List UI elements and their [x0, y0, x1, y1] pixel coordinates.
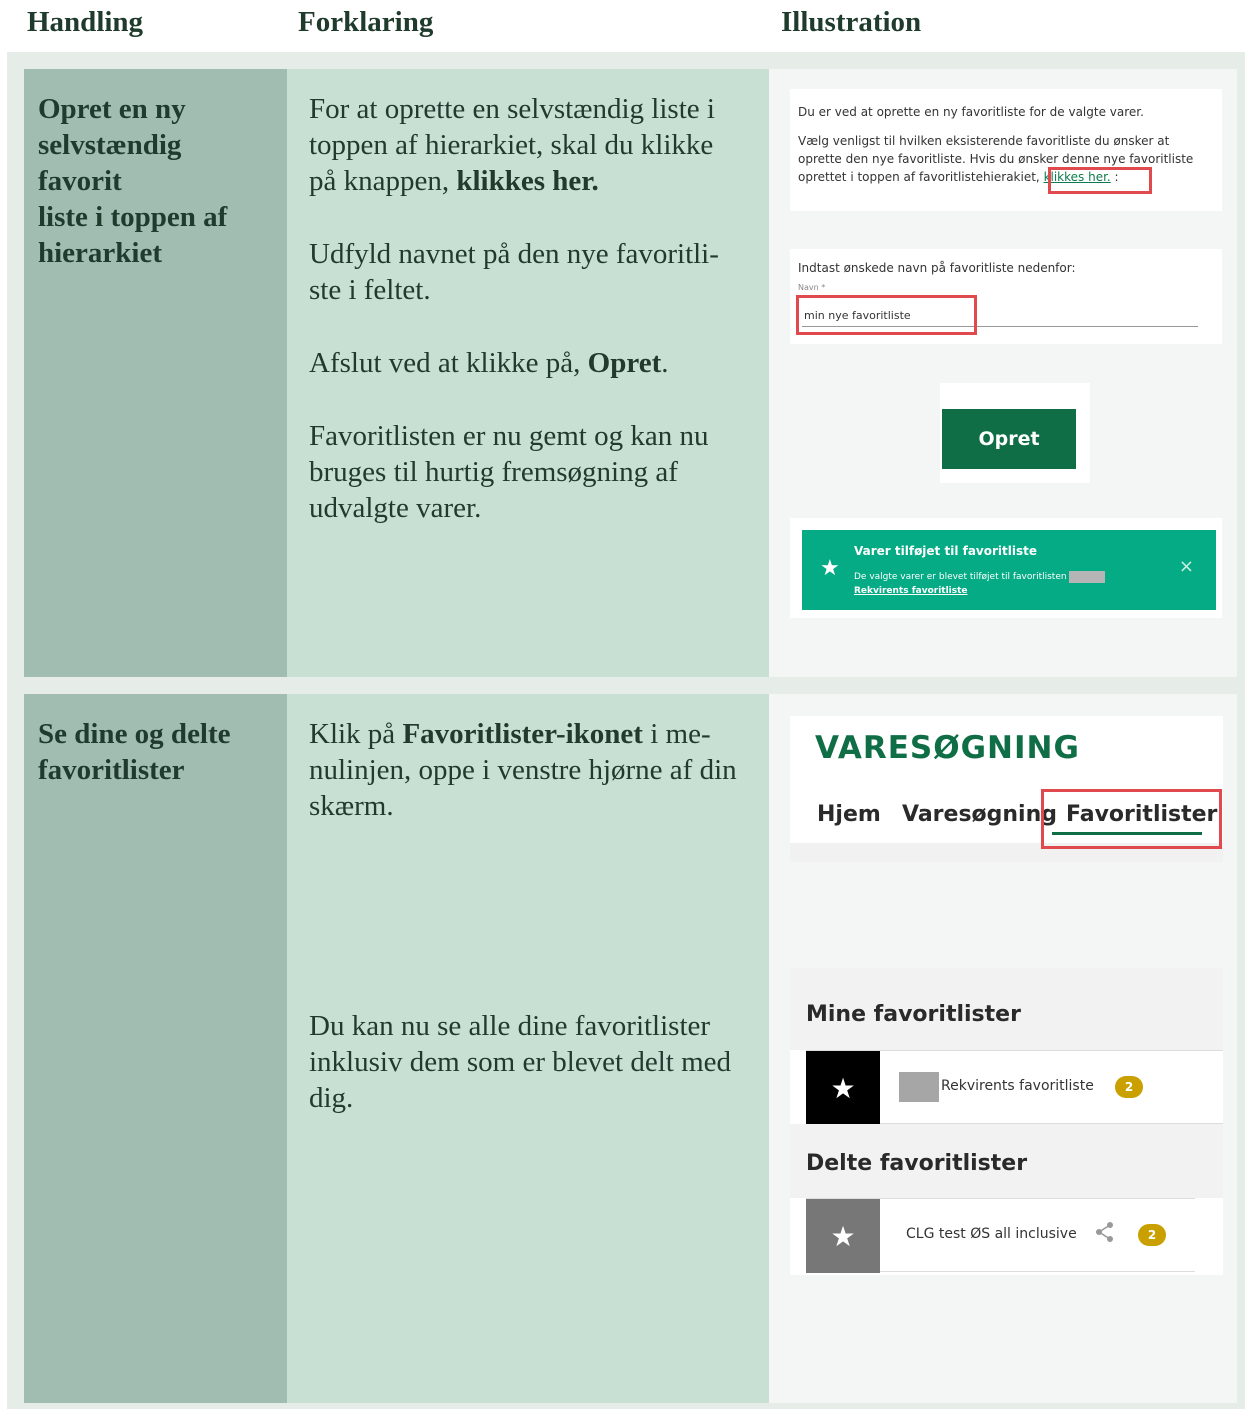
button-panel: Opret	[940, 383, 1090, 483]
illustration-cell: VARESØGNING Hjem Varesøgning Favoritlist…	[769, 694, 1237, 1403]
toast-panel: ★ Varer tilføjet til favoritliste De val…	[790, 518, 1222, 618]
favorite-lists-panel: Mine favoritlister ★ Rekvirents favoritl…	[790, 968, 1223, 1275]
tab-hjem[interactable]: Hjem	[817, 802, 881, 827]
shared-section-title: Delte favoritlister	[806, 1151, 1028, 1176]
table-header: Handling Forklaring Illustration	[0, 0, 1245, 52]
close-icon[interactable]: ×	[1179, 556, 1194, 577]
explanation-paragraph: Udfyld navnet på den nye favoritli-ste i…	[309, 238, 719, 306]
toast-body: De valgte varer er blevet tilføjet til f…	[854, 570, 1106, 598]
create-list-dialog: Du er ved at oprette en ny favoritliste …	[790, 89, 1222, 211]
opret-button[interactable]: Opret	[942, 409, 1076, 469]
toast-title: Varer tilføjet til favoritliste	[854, 544, 1038, 558]
handling-cell: Opret en ny selvstændig favorit liste i …	[24, 69, 287, 677]
brand-title: VARESØGNING	[815, 730, 1080, 766]
redacted-block	[899, 1072, 939, 1102]
shared-section: Delte favoritlister	[790, 1124, 1223, 1198]
star-icon: ★	[820, 556, 840, 581]
illustration-cell: Du er ved at oprette en ny favoritliste …	[769, 69, 1237, 677]
list-item[interactable]: ★ CLG test ØS all inclusive 2	[806, 1198, 1195, 1273]
name-field-label: Navn *	[798, 283, 826, 292]
list-name: Rekvirents favoritliste	[941, 1078, 1094, 1094]
handling-title: Se dine og delte favoritlister	[38, 718, 231, 786]
success-toast: ★ Varer tilføjet til favoritliste De val…	[802, 530, 1216, 610]
header-forklaring: Forklaring	[298, 6, 434, 38]
table-row: Opret en ny selvstændig favorit liste i …	[24, 69, 1237, 677]
toast-link[interactable]: Rekvirents favoritliste	[854, 586, 968, 596]
top-navigation: VARESØGNING Hjem Varesøgning Favoritlist…	[790, 716, 1223, 862]
explanation-paragraph: Favoritlisten er nu gemt og kan nu bruge…	[309, 420, 709, 524]
forklaring-cell: Klik på Favoritlister-ikonet i me-nulinj…	[287, 694, 769, 1403]
highlight-box	[1041, 789, 1222, 849]
handling-cell: Se dine og delte favoritlister	[24, 694, 287, 1403]
header-illustration: Illustration	[781, 6, 922, 38]
star-icon: ★	[806, 1051, 880, 1125]
share-icon[interactable]	[1094, 1221, 1116, 1249]
highlight-box	[1048, 167, 1152, 194]
list-item[interactable]: ★ Rekvirents favoritliste 2	[806, 1050, 1223, 1125]
star-icon: ★	[806, 1199, 880, 1273]
explanation-paragraph: Du kan nu se alle dine favoritlister ink…	[309, 1010, 732, 1114]
name-prompt: Indtast ønskede navn på favoritliste ned…	[798, 261, 1076, 275]
tab-varesogning[interactable]: Varesøgning	[902, 802, 1057, 827]
explanation-paragraph: Afslut ved at klikke på, Opret.	[309, 347, 669, 379]
redacted-block	[1069, 570, 1106, 583]
mine-section-title: Mine favoritlister	[806, 1002, 1021, 1027]
count-badge: 2	[1138, 1224, 1166, 1246]
list-name: CLG test ØS all inclusive	[906, 1226, 1077, 1242]
mine-section: Mine favoritlister	[790, 968, 1223, 1050]
table-row: Se dine og delte favoritlister Klik på F…	[24, 694, 1237, 1403]
dialog-intro: Du er ved at oprette en ny favoritliste …	[798, 105, 1144, 119]
forklaring-cell: For at oprette en selvstændig liste i to…	[287, 69, 769, 677]
header-handling: Handling	[27, 6, 144, 38]
count-badge: 2	[1115, 1076, 1143, 1098]
name-form: Indtast ønskede navn på favoritliste ned…	[790, 249, 1222, 344]
highlight-box	[796, 295, 977, 335]
explanation-paragraph: Klik på Favoritlister-ikonet i me-nulinj…	[309, 718, 737, 822]
handling-title: Opret en ny selvstændig favorit liste i …	[38, 93, 228, 269]
explanation-paragraph: For at oprette en selvstændig liste i to…	[309, 93, 715, 197]
